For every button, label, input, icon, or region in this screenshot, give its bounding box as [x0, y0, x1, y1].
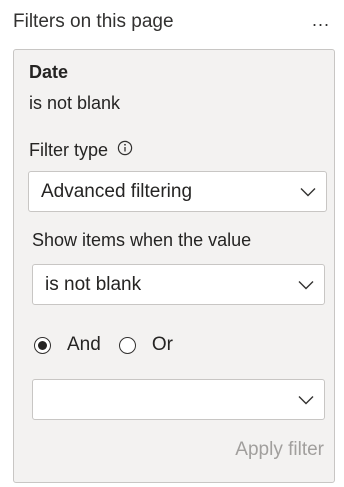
radio-selected-dot: [38, 340, 47, 350]
condition-value: is not blank: [45, 273, 142, 295]
filter-card: Date is not blank Filter type Advanced f…: [13, 49, 335, 483]
or-radio[interactable]: Or: [118, 334, 173, 356]
filter-field-name[interactable]: Date: [29, 62, 68, 83]
apply-filter-button[interactable]: Apply filter: [235, 439, 324, 461]
filters-pane: Filters on this page ... Date is not bla…: [0, 0, 344, 487]
and-label[interactable]: And: [67, 334, 101, 356]
condition-dropdown[interactable]: is not blank: [32, 264, 325, 305]
and-radio-circle[interactable]: [34, 336, 51, 354]
chevron-down-icon: [298, 280, 314, 289]
or-label[interactable]: Or: [152, 334, 173, 356]
chevron-down-icon: [300, 187, 316, 196]
filter-type-value: Advanced filtering: [41, 180, 193, 202]
filter-type-label: Filter type: [29, 140, 109, 160]
chevron-down-icon: [298, 395, 314, 404]
and-radio[interactable]: And: [34, 334, 101, 356]
filters-section-header: Filters on this page ...: [13, 8, 332, 36]
logic-radio-group: And Or: [34, 334, 173, 356]
or-radio-circle[interactable]: [118, 336, 136, 354]
filter-type-dropdown[interactable]: Advanced filtering: [28, 171, 327, 212]
info-icon[interactable]: [117, 140, 133, 156]
show-items-label: Show items when the value: [32, 230, 252, 250]
more-options-button[interactable]: ...: [310, 11, 332, 29]
filter-summary: is not blank: [29, 93, 121, 113]
section-title: Filters on this page: [13, 11, 174, 32]
second-condition-dropdown[interactable]: [32, 379, 325, 420]
filter-type-row: Filter type: [29, 140, 133, 161]
